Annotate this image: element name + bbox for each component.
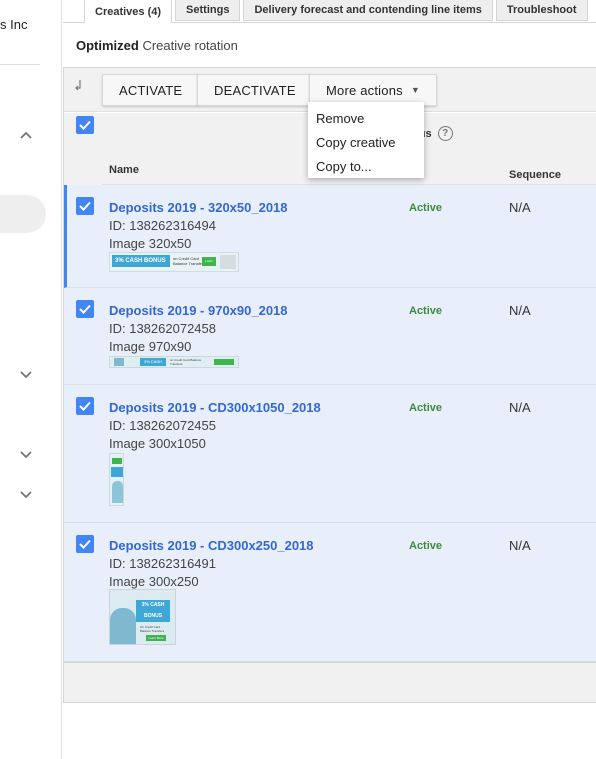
menu-item-copy-to[interactable]: Copy to... bbox=[308, 154, 424, 178]
tab-delivery-forecast[interactable]: Delivery forecast and contending line it… bbox=[243, 0, 493, 21]
row-checkbox[interactable] bbox=[76, 397, 94, 415]
thumb-cta: Learn More bbox=[146, 635, 166, 641]
creative-type: Image 300x250 bbox=[109, 574, 199, 589]
row-checkbox[interactable] bbox=[76, 300, 94, 318]
creative-rotation: Optimized Creative rotation bbox=[76, 38, 238, 53]
creative-id: ID: 138262316494 bbox=[109, 218, 216, 233]
more-actions-menu: Remove Copy creative Copy to... bbox=[308, 102, 424, 178]
thumb-subtext: on Credit Card Balance Transfers bbox=[170, 358, 202, 366]
sidebar-selected-item[interactable] bbox=[0, 195, 46, 233]
select-all-checkbox[interactable] bbox=[76, 116, 94, 134]
chevron-down-icon[interactable] bbox=[19, 450, 33, 460]
creative-type: Image 300x1050 bbox=[109, 436, 206, 451]
activate-button[interactable]: ACTIVATE bbox=[102, 74, 200, 106]
status-badge: Active bbox=[409, 402, 443, 414]
creative-name-link[interactable]: Deposits 2019 - 970x90_2018 bbox=[109, 303, 288, 318]
sequence-value: N/A bbox=[509, 538, 531, 553]
status-badge: Active bbox=[409, 305, 443, 317]
creative-id: ID: 138262316491 bbox=[109, 556, 216, 571]
table-row[interactable]: Deposits 2019 - 320x50_2018 ID: 13826231… bbox=[64, 185, 596, 288]
status-badge: Active bbox=[409, 202, 443, 214]
tab-settings[interactable]: Settings bbox=[175, 0, 241, 21]
column-name[interactable]: Name bbox=[109, 164, 139, 176]
sidebar-divider bbox=[0, 64, 40, 65]
thumb-headline-block bbox=[111, 467, 123, 477]
menu-item-copy-creative[interactable]: Copy creative bbox=[308, 130, 424, 154]
chevron-down-icon[interactable] bbox=[19, 490, 33, 500]
thumb-subtext: On Credit Card Balance Transfers bbox=[140, 625, 165, 633]
creative-name-link[interactable]: Deposits 2019 - CD300x1050_2018 bbox=[109, 400, 321, 415]
creative-thumbnail[interactable]: 3% CASH BONUS on Credit Card Balance Tra… bbox=[109, 252, 239, 272]
thumb-headline: 3% CASH BONUS bbox=[136, 600, 170, 622]
creative-id: ID: 138262072458 bbox=[109, 321, 216, 336]
creative-name-link[interactable]: Deposits 2019 - 320x50_2018 bbox=[109, 200, 288, 215]
thumb-figure bbox=[112, 481, 123, 503]
caret-down-icon: ▼ bbox=[410, 85, 420, 95]
table-row[interactable]: Deposits 2019 - CD300x1050_2018 ID: 1382… bbox=[64, 385, 596, 523]
creative-id: ID: 138262072455 bbox=[109, 418, 216, 433]
tab-bar: Creatives (4) Settings Delivery forecast… bbox=[84, 0, 591, 23]
creative-thumbnail[interactable]: 3% CASH on Credit Card Balance Transfers bbox=[109, 356, 239, 368]
creative-type: Image 970x90 bbox=[109, 339, 192, 354]
thumb-headline: 3% CASH bbox=[140, 358, 166, 366]
chevron-down-icon[interactable] bbox=[19, 370, 33, 380]
sort-icon[interactable] bbox=[74, 78, 84, 95]
thumb-cta: Learn More bbox=[202, 257, 216, 266]
thumb-figure bbox=[110, 608, 136, 644]
thumb-headline: 3% CASH BONUS bbox=[112, 255, 170, 267]
chevron-up-icon[interactable] bbox=[19, 130, 33, 140]
thumb-cta bbox=[214, 359, 234, 365]
creative-thumbnail[interactable] bbox=[109, 453, 124, 506]
row-checkbox[interactable] bbox=[76, 535, 94, 553]
sequence-value: N/A bbox=[509, 200, 531, 215]
status-badge: Active bbox=[409, 540, 443, 552]
column-sequence[interactable]: Sequence bbox=[509, 169, 561, 181]
sequence-value: N/A bbox=[509, 303, 531, 318]
creative-thumbnail[interactable]: 3% CASH BONUS On Credit Card Balance Tra… bbox=[109, 589, 176, 645]
table-row[interactable]: Deposits 2019 - CD300x250_2018 ID: 13826… bbox=[64, 523, 596, 662]
table-row[interactable]: Deposits 2019 - 970x90_2018 ID: 13826207… bbox=[64, 288, 596, 385]
sequence-value: N/A bbox=[509, 400, 531, 415]
rotation-label: Creative rotation bbox=[142, 38, 238, 53]
left-sidebar: s Inc bbox=[0, 0, 62, 759]
row-checkbox[interactable] bbox=[76, 197, 94, 215]
thumb-logo bbox=[220, 255, 236, 269]
menu-item-remove[interactable]: Remove bbox=[308, 106, 424, 130]
thumb-figure bbox=[114, 358, 124, 366]
tab-troubleshoot[interactable]: Troubleshoot bbox=[495, 0, 588, 21]
table-footer bbox=[64, 662, 596, 702]
more-actions-label: More actions bbox=[326, 82, 403, 98]
creative-name-link[interactable]: Deposits 2019 - CD300x250_2018 bbox=[109, 538, 314, 553]
page: s Inc Creatives (4) Settings Delivery fo… bbox=[0, 0, 596, 759]
rotation-mode: Optimized bbox=[76, 38, 139, 53]
creative-type: Image 320x50 bbox=[109, 236, 192, 251]
tab-creatives[interactable]: Creatives (4) bbox=[84, 0, 173, 23]
org-name: s Inc bbox=[0, 17, 28, 32]
deactivate-button[interactable]: DEACTIVATE bbox=[197, 74, 313, 106]
help-icon[interactable]: ? bbox=[437, 126, 453, 141]
thumb-logo bbox=[112, 458, 122, 464]
